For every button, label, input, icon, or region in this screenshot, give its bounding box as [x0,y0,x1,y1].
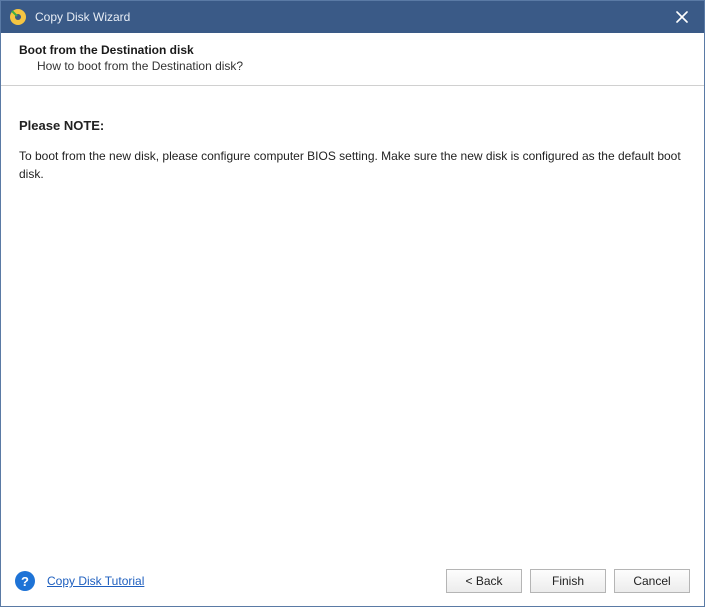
note-body: To boot from the new disk, please config… [19,147,686,183]
wizard-footer: ? Copy Disk Tutorial < Back Finish Cance… [1,562,704,606]
close-button[interactable] [668,3,696,31]
app-icon [9,8,27,26]
note-label: Please NOTE: [19,118,686,133]
back-button[interactable]: < Back [446,569,522,593]
wizard-content: Please NOTE: To boot from the new disk, … [1,86,704,562]
help-icon: ? [15,571,35,591]
page-title: Boot from the Destination disk [19,43,686,57]
wizard-window: Copy Disk Wizard Boot from the Destinati… [0,0,705,607]
tutorial-link[interactable]: Copy Disk Tutorial [47,574,144,588]
window-title: Copy Disk Wizard [35,10,668,24]
titlebar: Copy Disk Wizard [1,1,704,33]
wizard-header: Boot from the Destination disk How to bo… [1,33,704,86]
finish-button[interactable]: Finish [530,569,606,593]
cancel-button[interactable]: Cancel [614,569,690,593]
page-subtitle: How to boot from the Destination disk? [19,59,686,73]
